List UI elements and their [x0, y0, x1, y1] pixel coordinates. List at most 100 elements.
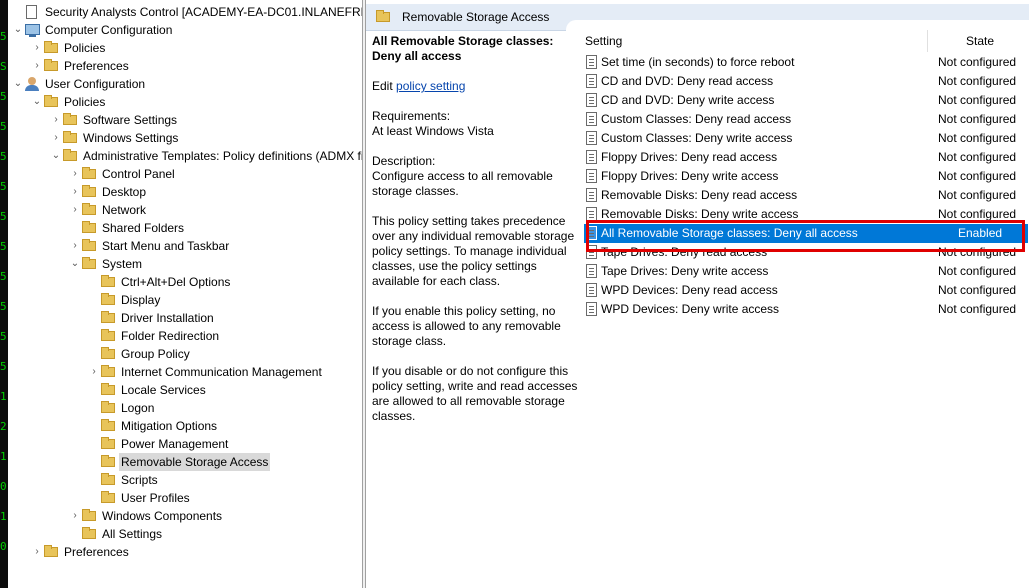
tree-item-label: Folder Redirection: [121, 329, 220, 343]
tree-item[interactable]: › Policies: [31, 39, 107, 57]
tree-item[interactable]: › Internet Communication Management: [88, 363, 324, 381]
tree-item-label: Power Management: [121, 437, 229, 451]
tree-item[interactable]: Security Analysts Control [ACADEMY-EA-DC…: [12, 3, 362, 21]
requirements-label: Requirements:: [372, 109, 451, 123]
tree-item[interactable]: Mitigation Options: [88, 417, 219, 435]
tree-item[interactable]: › Network: [69, 201, 148, 219]
tree-item[interactable]: Display: [88, 291, 162, 309]
chevron-down-icon[interactable]: ⌄: [69, 255, 81, 273]
tree-item[interactable]: › Preferences: [31, 543, 131, 561]
settings-row[interactable]: WPD Devices: Deny write access Not config…: [584, 300, 1028, 319]
settings-row[interactable]: WPD Devices: Deny read access Not configu…: [584, 281, 1028, 300]
tree-item[interactable]: › Windows Settings: [50, 129, 180, 147]
policy-setting-icon: [586, 74, 597, 88]
chevron-right-icon[interactable]: ›: [31, 57, 43, 75]
policy-setting-icon: [586, 207, 597, 221]
tree-item-label: Windows Components: [102, 509, 223, 523]
setting-state: Not configured: [938, 264, 1017, 278]
chevron-right-icon[interactable]: ›: [69, 165, 81, 183]
folder-icon: [43, 543, 59, 561]
settings-row[interactable]: Tape Drives: Deny read access Not configu…: [584, 243, 1028, 262]
settings-row[interactable]: Removable Disks: Deny write access Not co…: [584, 205, 1028, 224]
tree-item-label: Start Menu and Taskbar: [102, 239, 230, 253]
chevron-right-icon[interactable]: ›: [69, 201, 81, 219]
setting-name: Removable Disks: Deny read access: [601, 188, 798, 202]
chevron-right-icon[interactable]: ›: [88, 363, 100, 381]
tree-item[interactable]: › Windows Components: [69, 507, 224, 525]
chevron-down-icon[interactable]: ⌄: [50, 147, 62, 165]
tree-item[interactable]: Folder Redirection: [88, 327, 221, 345]
chevron-right-icon[interactable]: ›: [69, 507, 81, 525]
tree-item[interactable]: › Start Menu and Taskbar: [69, 237, 231, 255]
folder-icon: [81, 237, 97, 255]
tree-item[interactable]: Power Management: [88, 435, 230, 453]
console-tree[interactable]: Security Analysts Control [ACADEMY-EA-DC…: [8, 0, 362, 588]
edit-prefix: Edit: [372, 79, 397, 93]
tree-item-label: Administrative Templates: Policy definit…: [83, 149, 362, 163]
column-divider[interactable]: [927, 30, 928, 52]
chevron-right-icon[interactable]: ›: [31, 39, 43, 57]
requirements-value: At least Windows Vista: [372, 124, 494, 138]
policy-setting-icon: [586, 93, 597, 107]
settings-row[interactable]: Floppy Drives: Deny write access Not conf…: [584, 167, 1028, 186]
tree-item[interactable]: Driver Installation: [88, 309, 216, 327]
tree-item[interactable]: Ctrl+Alt+Del Options: [88, 273, 232, 291]
folder-icon: [81, 255, 97, 273]
policy-setting-icon: [586, 188, 597, 202]
folder-icon: [43, 39, 59, 57]
chevron-down-icon[interactable]: ⌄: [12, 75, 24, 93]
chevron-down-icon[interactable]: ⌄: [12, 21, 24, 39]
tree-item-label: Group Policy: [121, 347, 190, 361]
tree-item[interactable]: All Settings: [69, 525, 164, 543]
tree-item-label: Network: [102, 203, 147, 217]
settings-row[interactable]: Custom Classes: Deny read access Not conf…: [584, 110, 1028, 129]
settings-row[interactable]: CD and DVD: Deny write access Not configu…: [584, 91, 1028, 110]
settings-row[interactable]: CD and DVD: Deny read access Not configur…: [584, 72, 1028, 91]
policy-setting-link[interactable]: policy setting: [396, 79, 465, 93]
tree-item[interactable]: › Preferences: [31, 57, 131, 75]
settings-row[interactable]: Tape Drives: Deny write access Not config…: [584, 262, 1028, 281]
tree-item[interactable]: Removable Storage Access: [88, 453, 271, 471]
tree-item[interactable]: › Desktop: [69, 183, 148, 201]
tree-item[interactable]: ⌄ User Configuration: [12, 75, 147, 93]
setting-state: Not configured: [938, 169, 1017, 183]
tree-item[interactable]: ⌄ System: [69, 255, 144, 273]
tree-item-label: Internet Communication Management: [121, 365, 322, 379]
terminal-glyph: 5: [0, 30, 7, 43]
chevron-right-icon[interactable]: ›: [50, 129, 62, 147]
column-header-state[interactable]: State: [966, 34, 994, 48]
folder-icon: [62, 147, 78, 165]
column-header-setting[interactable]: Setting: [585, 34, 622, 48]
tree-item[interactable]: ⌄ Computer Configuration: [12, 21, 174, 39]
settings-list[interactable]: Setting State Set time (in seconds) to f…: [580, 30, 1029, 588]
settings-row[interactable]: Floppy Drives: Deny read access Not confi…: [584, 148, 1028, 167]
settings-row-selected[interactable]: All Removable Storage classes: Deny all …: [584, 224, 1028, 243]
tree-item-label: Ctrl+Alt+Del Options: [121, 275, 231, 289]
folder-icon: [43, 93, 59, 111]
tree-item-label: Software Settings: [83, 113, 178, 127]
chevron-right-icon[interactable]: ›: [31, 543, 43, 561]
tree-item[interactable]: Group Policy: [88, 345, 192, 363]
settings-row[interactable]: Set time (in seconds) to force reboot Not…: [584, 53, 1028, 72]
tree-item[interactable]: Locale Services: [88, 381, 208, 399]
terminal-glyph: 5: [0, 90, 7, 103]
tree-item-label: Desktop: [102, 185, 147, 199]
setting-state: Not configured: [938, 93, 1017, 107]
tree-item[interactable]: › Software Settings: [50, 111, 179, 129]
tree-item[interactable]: Scripts: [88, 471, 160, 489]
tree-item[interactable]: Logon: [88, 399, 156, 417]
tree-item[interactable]: ⌄ Administrative Templates: Policy defini…: [50, 147, 362, 165]
document-icon: [24, 3, 40, 21]
tree-item[interactable]: Shared Folders: [69, 219, 186, 237]
settings-row[interactable]: Removable Disks: Deny read access Not con…: [584, 186, 1028, 205]
folder-icon: [100, 435, 116, 453]
settings-row[interactable]: Custom Classes: Deny write access Not con…: [584, 129, 1028, 148]
tree-item[interactable]: › Control Panel: [69, 165, 177, 183]
chevron-right-icon[interactable]: ›: [50, 111, 62, 129]
tree-item[interactable]: User Profiles: [88, 489, 192, 507]
setting-name: CD and DVD: Deny read access: [601, 74, 774, 88]
chevron-right-icon[interactable]: ›: [69, 183, 81, 201]
tree-item[interactable]: ⌄ Policies: [31, 93, 107, 111]
chevron-down-icon[interactable]: ⌄: [31, 93, 43, 111]
chevron-right-icon[interactable]: ›: [69, 237, 81, 255]
